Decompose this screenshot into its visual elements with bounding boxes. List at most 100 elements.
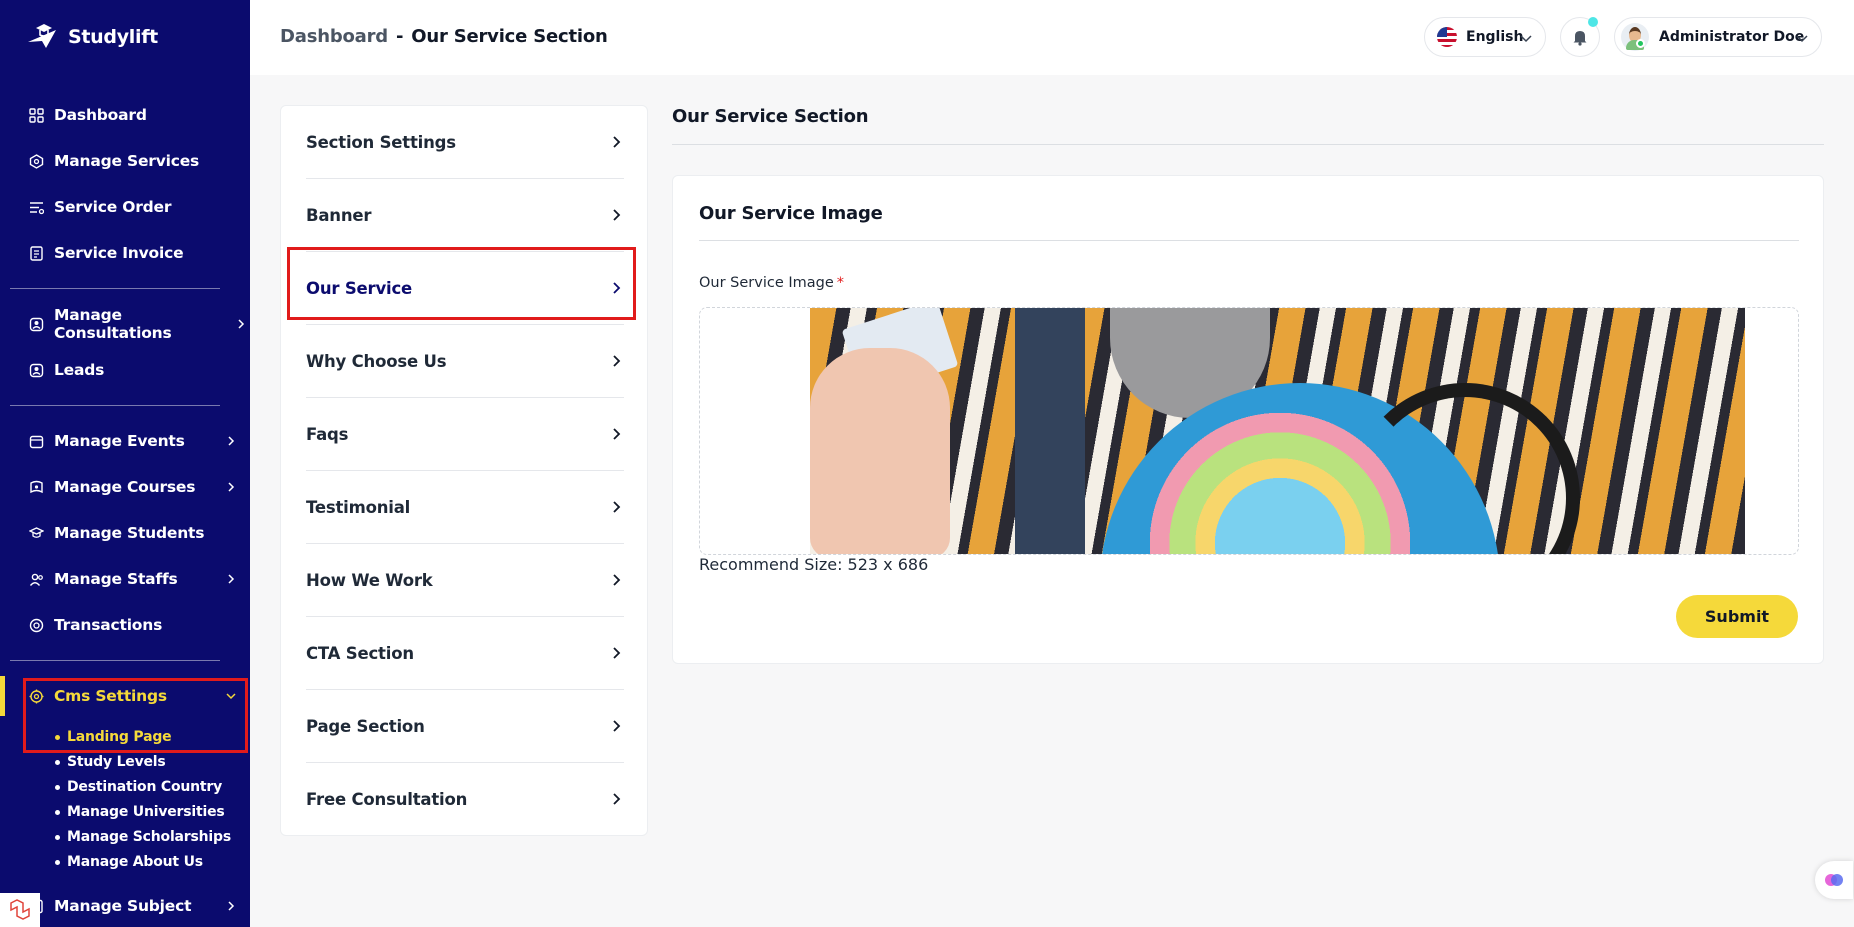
- required-marker: *: [836, 275, 845, 291]
- chevron-right-icon: [228, 482, 235, 492]
- chevron-right-icon: [613, 720, 621, 732]
- section-item-banner[interactable]: Banner: [306, 179, 624, 252]
- title-divider: [672, 144, 1824, 145]
- us-flag-icon: [1437, 27, 1457, 47]
- sidebar-item-label: Leads: [54, 361, 105, 379]
- sidebar-item-label: Service Order: [54, 198, 172, 216]
- section-item-why-choose-us[interactable]: Why Choose Us: [306, 325, 624, 398]
- sidebar-subitem-label: Manage Universities: [67, 804, 225, 820]
- sidebar-item-manage-events[interactable]: Manage Events: [28, 426, 240, 456]
- staffs-icon: [28, 571, 44, 587]
- section-item-testimonial[interactable]: Testimonial: [306, 471, 624, 544]
- sidebar-item-transactions[interactable]: Transactions: [28, 610, 240, 640]
- transactions-icon: [28, 617, 44, 633]
- sidebar-item-cms-settings[interactable]: Cms Settings: [28, 681, 240, 711]
- framework-logo-icon[interactable]: [0, 893, 40, 927]
- language-label: English: [1466, 29, 1524, 45]
- sidebar-item-manage-courses[interactable]: Manage Courses: [28, 472, 240, 502]
- sidebar-item-service-order[interactable]: Service Order: [28, 192, 240, 222]
- notifications-button[interactable]: [1560, 17, 1600, 57]
- bullet-dot: [55, 859, 60, 865]
- section-item-cta-section[interactable]: CTA Section: [306, 617, 624, 690]
- sidebar-subitem-manage-about-us[interactable]: Manage About Us: [55, 854, 203, 870]
- sidebar-item-label: Cms Settings: [54, 687, 167, 705]
- section-item-page-section[interactable]: Page Section: [306, 690, 624, 763]
- sidebar-item-dashboard[interactable]: Dashboard: [28, 100, 240, 130]
- brand-name: Studylift: [68, 26, 158, 48]
- breadcrumb: Dashboard - Our Service Section: [280, 26, 608, 47]
- sidebar-item-service-invoice[interactable]: Service Invoice: [28, 238, 240, 268]
- sidebar-subitem-manage-universities[interactable]: Manage Universities: [55, 804, 225, 820]
- sidebar-item-leads[interactable]: Leads: [28, 355, 240, 385]
- sidebar-divider: [10, 288, 220, 289]
- page-title: Our Service Section: [672, 106, 869, 127]
- section-item-how-we-work[interactable]: How We Work: [306, 544, 624, 617]
- sidebar-item-manage-consultations[interactable]: Manage Consultations: [28, 306, 245, 342]
- sidebar-item-label: Manage Consultations: [54, 306, 172, 342]
- bell-icon: [1573, 31, 1587, 46]
- sidebar-subitem-label: Landing Page: [67, 729, 172, 745]
- sidebar-subitem-manage-scholarships[interactable]: Manage Scholarships: [55, 829, 231, 845]
- section-item-label: Section Settings: [306, 132, 456, 152]
- avatar: [1621, 23, 1649, 51]
- language-selector[interactable]: English: [1424, 17, 1546, 57]
- user-menu[interactable]: Administrator Doe: [1614, 17, 1822, 57]
- section-item-label: Faqs: [306, 424, 349, 444]
- section-item-label: Banner: [306, 205, 372, 225]
- sidebar-subitem-landing-page[interactable]: Landing Page: [55, 729, 172, 745]
- sidebar-item-label: Manage Staffs: [54, 570, 178, 588]
- section-item-label: How We Work: [306, 570, 433, 590]
- calendar-icon: [28, 433, 44, 449]
- user-name: Administrator Doe: [1659, 29, 1805, 45]
- service-image-preview: [810, 308, 1745, 554]
- students-icon: [28, 525, 44, 541]
- submit-button[interactable]: Submit: [1676, 595, 1798, 638]
- hand-shape: [810, 348, 950, 554]
- brand-logo[interactable]: Studylift: [26, 22, 158, 52]
- graduation-plane-icon: [28, 24, 56, 48]
- courses-icon: [28, 479, 44, 495]
- chevron-right-icon: [613, 501, 621, 513]
- breadcrumb-separator: -: [395, 26, 404, 47]
- section-item-our-service[interactable]: Our Service: [306, 252, 624, 325]
- chevron-right-icon: [238, 319, 245, 329]
- sidebar-item-manage-staffs[interactable]: Manage Staffs: [28, 564, 240, 594]
- ai-assistant-icon[interactable]: [1815, 861, 1853, 899]
- sidebar-item-label: Manage Students: [54, 524, 205, 542]
- sidebar-subitem-label: Manage Scholarships: [67, 829, 231, 845]
- section-item-faqs[interactable]: Faqs: [306, 398, 624, 471]
- sidebar-item-manage-services[interactable]: Manage Services: [28, 146, 240, 176]
- sidebar-item-manage-subject[interactable]: Manage Subject: [28, 891, 240, 921]
- sidebar-item-manage-students[interactable]: Manage Students: [28, 518, 240, 548]
- sidebar-item-label: Manage Services: [54, 152, 200, 170]
- image-upload-dropzone[interactable]: [699, 307, 1799, 555]
- section-list: Section Settings Banner Our Service Why …: [280, 105, 648, 836]
- leads-icon: [28, 362, 44, 378]
- sidebar-item-label: Manage Courses: [54, 478, 196, 496]
- sidebar-divider: [10, 405, 220, 406]
- chevron-right-icon: [228, 574, 235, 584]
- chevron-right-icon: [228, 901, 235, 911]
- chevron-right-icon: [613, 793, 621, 805]
- section-item-label: CTA Section: [306, 643, 414, 663]
- chevron-right-icon: [613, 282, 621, 294]
- chevron-right-icon: [613, 428, 621, 440]
- sidebar-subitem-study-levels[interactable]: Study Levels: [55, 754, 166, 770]
- invoice-icon: [28, 245, 44, 261]
- sidebar-subitem-label: Destination Country: [67, 779, 223, 795]
- section-item-label: Testimonial: [306, 497, 411, 517]
- sidebar-subitem-destination-country[interactable]: Destination Country: [55, 779, 222, 795]
- field-label-text: Our Service Image: [699, 275, 834, 291]
- chevron-down-icon: [1520, 35, 1532, 43]
- backpack-strap: [1015, 308, 1085, 554]
- sidebar-item-label: Transactions: [54, 616, 163, 634]
- online-status-dot: [1636, 39, 1645, 48]
- chevron-down-icon: [226, 693, 236, 700]
- breadcrumb-root[interactable]: Dashboard: [280, 26, 388, 47]
- section-item-section-settings[interactable]: Section Settings: [306, 106, 624, 179]
- section-item-free-consultation[interactable]: Free Consultation: [306, 763, 624, 836]
- card-divider: [699, 240, 1799, 241]
- consultation-icon: [28, 316, 44, 332]
- sidebar-divider: [10, 660, 220, 661]
- grid-icon: [28, 107, 44, 123]
